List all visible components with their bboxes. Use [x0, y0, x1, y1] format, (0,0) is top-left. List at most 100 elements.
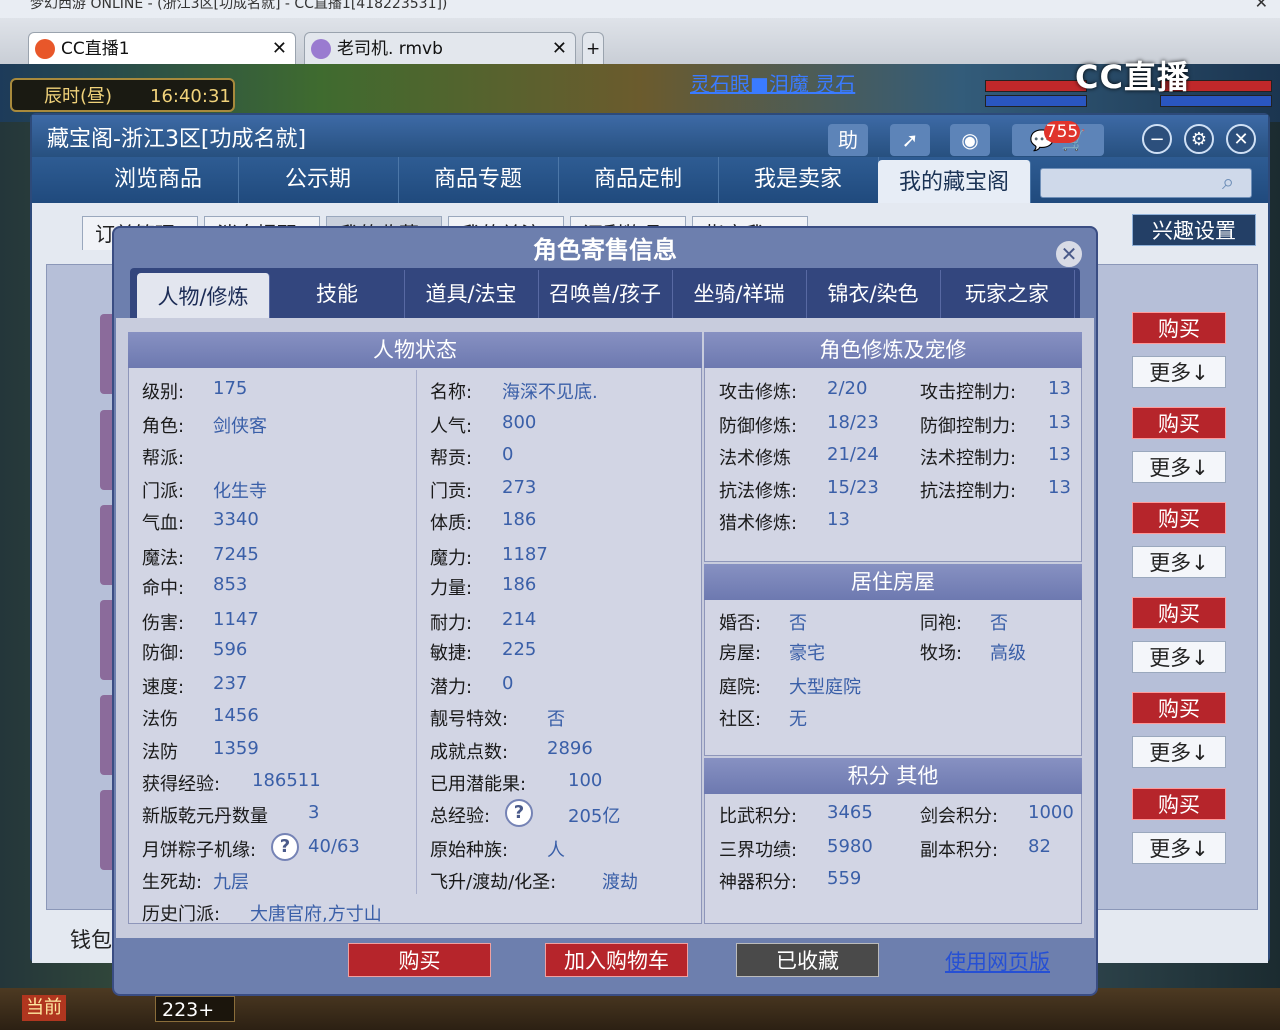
chat-snippet[interactable]: 灵石眼■泪魔 灵石: [690, 68, 855, 97]
points-header: 积分 其他: [704, 758, 1082, 794]
status-value: 1187: [502, 544, 548, 565]
status-value: 100: [568, 770, 603, 791]
favorited-button[interactable]: 已收藏: [736, 943, 879, 977]
tab-outfits[interactable]: 锦衣/染色: [806, 270, 941, 318]
nav-public[interactable]: 公示期: [238, 157, 399, 203]
channel-current[interactable]: 当前: [22, 995, 66, 1021]
control-label: 法术控制力:: [920, 448, 1017, 469]
row-buy-button[interactable]: 购买: [1132, 788, 1226, 820]
share-icon[interactable]: ➚: [890, 124, 930, 156]
browser-tab-label: 老司机. rmvb: [337, 39, 443, 59]
control-value: 13: [1048, 378, 1071, 399]
interest-settings-button[interactable]: 兴趣设置: [1132, 214, 1256, 246]
row-more-button[interactable]: 更多↓: [1132, 832, 1226, 864]
add-to-cart-button[interactable]: 加入购物车: [545, 943, 688, 977]
os-close-icon[interactable]: ✕: [1255, 0, 1268, 11]
settings-icon[interactable]: ⚙: [1184, 124, 1214, 154]
status-value: 0: [502, 444, 514, 465]
cultivation-label: 攻击修炼:: [719, 382, 798, 403]
control-label: 攻击控制力:: [920, 382, 1017, 403]
status-label: 生死劫:: [142, 872, 203, 893]
question-icon[interactable]: ?: [271, 833, 299, 861]
status-value: 1456: [213, 705, 259, 726]
status-value: 40/63: [308, 836, 360, 857]
status-label: 级别:: [142, 382, 185, 403]
row-more-button[interactable]: 更多↓: [1132, 451, 1226, 483]
tab-character[interactable]: 人物/修炼: [137, 273, 270, 318]
status-label: 角色:: [142, 416, 185, 437]
row-buy-button[interactable]: 购买: [1132, 502, 1226, 534]
close-icon[interactable]: ✕: [1226, 124, 1256, 154]
status-label: 原始种族:: [430, 840, 509, 861]
dialog-close-icon[interactable]: ✕: [1054, 239, 1084, 269]
status-label: 法防: [142, 742, 178, 763]
game-period: 辰时(昼): [44, 86, 113, 107]
tab-close-icon[interactable]: ✕: [552, 33, 567, 65]
hp-bar: [985, 80, 1087, 92]
row-buy-button[interactable]: 购买: [1132, 407, 1226, 439]
house-label: 社区:: [719, 709, 762, 730]
row-more-button[interactable]: 更多↓: [1132, 546, 1226, 578]
nav-my-treasure[interactable]: 我的藏宝阁: [878, 160, 1031, 203]
tab-items[interactable]: 道具/法宝: [404, 270, 539, 318]
game-clock: 辰时(昼) 16:40:31: [10, 78, 235, 112]
nav-browse[interactable]: 浏览商品: [78, 157, 239, 203]
new-tab-button[interactable]: +: [582, 32, 604, 64]
status-label: 帮贡:: [430, 448, 473, 469]
cultivation-label: 抗法修炼:: [719, 481, 798, 502]
wallet-label: 钱包: [70, 928, 112, 952]
status-value: 人: [547, 840, 565, 861]
row-more-button[interactable]: 更多↓: [1132, 356, 1226, 388]
points-label: 三界功绩:: [719, 840, 798, 861]
control-label: 抗法控制力:: [920, 481, 1017, 502]
tab-home[interactable]: 玩家之家: [940, 270, 1075, 318]
house-value: 高级: [990, 643, 1026, 664]
nav-seller[interactable]: 我是卖家: [718, 157, 879, 203]
notification-badge: 755: [1044, 121, 1080, 143]
browser-tab-video[interactable]: 老司机. rmvb ✕: [304, 32, 576, 64]
status-value: 否: [547, 709, 565, 730]
house-label: 房屋:: [719, 643, 762, 664]
tab-pets[interactable]: 召唤兽/孩子: [538, 270, 673, 318]
control-value: 13: [1048, 477, 1071, 498]
cultivation-label: 猎术修炼:: [719, 513, 798, 534]
cultivation-label: 法术修炼: [719, 448, 791, 469]
row-buy-button[interactable]: 购买: [1132, 597, 1226, 629]
status-label: 气血:: [142, 513, 185, 534]
question-icon[interactable]: ?: [505, 799, 533, 827]
house-value: 无: [789, 709, 807, 730]
search-icon[interactable]: ⌕: [1222, 170, 1234, 195]
nav-custom[interactable]: 商品定制: [558, 157, 719, 203]
game-time: 16:40:31: [150, 86, 231, 107]
status-label: 已用潜能果:: [430, 774, 527, 795]
row-buy-button[interactable]: 购买: [1132, 692, 1226, 724]
status-label: 飞升/渡劫/化圣:: [430, 872, 557, 893]
points-value: 5980: [827, 836, 873, 857]
tab-close-icon[interactable]: ✕: [272, 33, 287, 65]
browser-tab-cc[interactable]: CC直播1 ✕: [28, 32, 296, 64]
status-label: 获得经验:: [142, 774, 221, 795]
tab-skills[interactable]: 技能: [270, 270, 405, 318]
buy-button[interactable]: 购买: [348, 943, 491, 977]
cultivation-value: 21/24: [827, 444, 879, 465]
os-title-bar: 梦幻西游 ONLINE - (浙江3区[功成名就] - CC直播1[418223…: [0, 0, 1280, 18]
status-label: 门派:: [142, 481, 185, 502]
status-label: 体质:: [430, 513, 473, 534]
row-buy-button[interactable]: 购买: [1132, 312, 1226, 344]
status-label: 敏捷:: [430, 643, 473, 664]
help-button[interactable]: 助: [828, 124, 868, 156]
house-label: 同袍:: [920, 613, 963, 634]
web-version-link[interactable]: 使用网页版: [945, 946, 1050, 976]
cultivation-header: 角色修炼及宠修: [704, 332, 1082, 368]
search-input[interactable]: [1040, 168, 1252, 198]
nav-topics[interactable]: 商品专题: [398, 157, 559, 203]
status-value: 九层: [213, 872, 249, 893]
minimize-icon[interactable]: −: [1142, 124, 1172, 154]
tab-mounts[interactable]: 坐骑/祥瑞: [672, 270, 807, 318]
row-more-button[interactable]: 更多↓: [1132, 736, 1226, 768]
status-value: 0: [502, 673, 514, 694]
status-label: 法伤: [142, 709, 178, 730]
row-more-button[interactable]: 更多↓: [1132, 641, 1226, 673]
dialog-title: 角色寄售信息: [533, 236, 677, 264]
record-icon[interactable]: ◉: [950, 124, 990, 156]
